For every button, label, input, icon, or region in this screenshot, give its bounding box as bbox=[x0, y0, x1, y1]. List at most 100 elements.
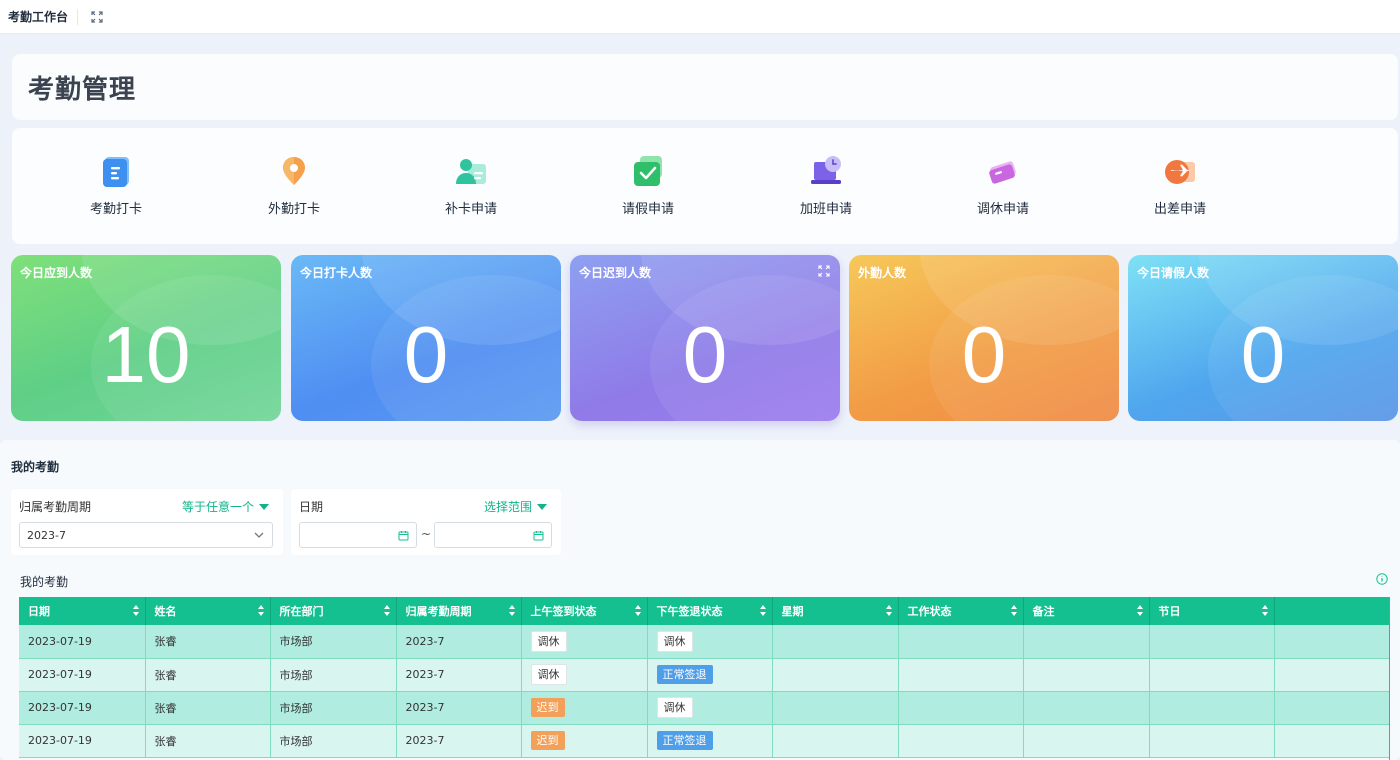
stat-label: 今日请假人数 bbox=[1137, 266, 1210, 280]
cell-holiday bbox=[1149, 625, 1275, 659]
cell-am-status: 调休 bbox=[521, 625, 648, 659]
status-badge: 正常签退 bbox=[656, 731, 713, 750]
ticket-icon bbox=[989, 161, 1016, 184]
status-badge: 调休 bbox=[656, 697, 693, 718]
column-header[interactable]: 上午签到状态 bbox=[521, 597, 648, 625]
column-header[interactable]: 姓名 bbox=[145, 597, 271, 625]
filter-label: 归属考勤周期 bbox=[19, 500, 92, 514]
status-badge: 调休 bbox=[530, 664, 567, 685]
action-attendance-checkin[interactable]: 考勤打卡 bbox=[56, 154, 176, 224]
column-header[interactable]: 备注 bbox=[1023, 597, 1150, 625]
stat-label: 今日应到人数 bbox=[20, 266, 93, 280]
stat-checked-in: 今日打卡人数 0 bbox=[291, 255, 561, 421]
action-business-trip[interactable]: 出差申请 bbox=[1120, 154, 1240, 224]
cell-remark bbox=[1023, 625, 1150, 659]
table-header-row: 日期 姓名 所在部门 归属考勤周期 上午签到状态 下午签退状态 星期 工作状态 备注 节日 bbox=[19, 597, 1389, 625]
cell-holiday bbox=[1149, 724, 1275, 758]
expand-icon[interactable] bbox=[818, 265, 830, 277]
column-header[interactable]: 所在部门 bbox=[270, 597, 397, 625]
action-label: 调休申请 bbox=[976, 202, 1029, 217]
status-badge: 迟到 bbox=[530, 698, 565, 717]
caret-down-icon bbox=[537, 504, 547, 510]
cell-department: 市场部 bbox=[270, 625, 397, 659]
date-start-input[interactable] bbox=[299, 522, 417, 548]
stat-value: 0 bbox=[1240, 310, 1286, 399]
cell-holiday bbox=[1149, 691, 1275, 725]
cell-empty bbox=[1274, 724, 1389, 758]
column-header[interactable]: 下午签退状态 bbox=[647, 597, 773, 625]
filter-period: 归属考勤周期 等于任意一个 2023-7 bbox=[11, 489, 283, 555]
sort-icon[interactable] bbox=[132, 605, 139, 616]
action-overtime-request[interactable]: 加班申请 bbox=[766, 154, 886, 224]
user-card-icon bbox=[456, 159, 486, 184]
column-header[interactable]: 日期 bbox=[19, 597, 146, 625]
action-makeup-card[interactable]: 补卡申请 bbox=[411, 154, 531, 224]
header-card: 考勤管理 bbox=[12, 54, 1398, 120]
cell-am-status: 迟到 bbox=[521, 691, 648, 725]
sort-icon[interactable] bbox=[1136, 605, 1143, 616]
sort-icon[interactable] bbox=[759, 605, 766, 616]
cell-date: 2023-07-19 bbox=[19, 658, 146, 692]
expand-icon[interactable] bbox=[90, 10, 104, 24]
stat-expected: 今日应到人数 10 bbox=[11, 255, 281, 421]
cell-date: 2023-07-19 bbox=[19, 625, 146, 659]
action-rest-request[interactable]: 调休申请 bbox=[943, 154, 1063, 224]
info-icon[interactable] bbox=[1376, 573, 1388, 585]
table-title: 我的考勤 bbox=[20, 575, 69, 589]
cell-weekday bbox=[772, 658, 899, 692]
plane-icon bbox=[1165, 160, 1195, 184]
stat-value: 0 bbox=[682, 310, 728, 399]
table-row[interactable]: 2023-07-19 张睿 市场部 2023-7 调休 正常签退 bbox=[19, 658, 1389, 692]
sort-icon[interactable] bbox=[885, 605, 892, 616]
cell-period: 2023-7 bbox=[396, 625, 522, 659]
sort-icon[interactable] bbox=[257, 605, 264, 616]
cell-am-status: 迟到 bbox=[521, 724, 648, 758]
cell-empty bbox=[1274, 658, 1389, 692]
sort-icon[interactable] bbox=[1010, 605, 1017, 616]
caret-down-icon bbox=[259, 504, 269, 510]
cell-weekday bbox=[772, 625, 899, 659]
action-label: 加班申请 bbox=[799, 202, 852, 217]
status-badge: 调休 bbox=[530, 630, 567, 652]
period-select-value: 2023-7 bbox=[27, 529, 66, 542]
cell-name: 张睿 bbox=[145, 625, 271, 659]
calendar-icon bbox=[398, 531, 409, 541]
table-row[interactable]: 2023-07-19 张睿 市场部 2023-7 调休 调休 bbox=[19, 625, 1389, 659]
column-header[interactable]: 工作状态 bbox=[898, 597, 1024, 625]
top-bar: 考勤工作台 bbox=[0, 0, 1400, 34]
cell-weekday bbox=[772, 691, 899, 725]
action-label: 补卡申请 bbox=[444, 202, 497, 217]
sort-icon[interactable] bbox=[634, 605, 641, 616]
column-header[interactable]: 节日 bbox=[1149, 597, 1275, 625]
table-row[interactable]: 2023-07-19 张睿 市场部 2023-7 迟到 调休 bbox=[19, 691, 1389, 725]
sort-icon[interactable] bbox=[383, 605, 390, 616]
workspace-title: 考勤工作台 bbox=[8, 10, 69, 24]
column-header-empty bbox=[1274, 597, 1389, 625]
action-field-checkin[interactable]: 外勤打卡 bbox=[234, 154, 354, 224]
table-row[interactable]: 2023-07-19 张睿 市场部 2023-7 迟到 正常签退 bbox=[19, 724, 1389, 758]
cell-holiday bbox=[1149, 658, 1275, 692]
column-header[interactable]: 星期 bbox=[772, 597, 899, 625]
cell-department: 市场部 bbox=[270, 724, 397, 758]
cell-weekday bbox=[772, 724, 899, 758]
date-end-input[interactable] bbox=[434, 522, 552, 548]
cell-remark bbox=[1023, 724, 1150, 758]
cell-work-status bbox=[898, 658, 1024, 692]
filter-date: 日期 选择范围 ~ bbox=[291, 489, 561, 555]
action-label: 考勤打卡 bbox=[89, 202, 142, 217]
quick-actions: 考勤打卡 外勤打卡 补卡申请 请假申请 加班申请 调休申请 出差申请 bbox=[12, 128, 1398, 244]
section-title: 我的考勤 bbox=[11, 460, 60, 474]
location-pin-icon bbox=[283, 157, 305, 185]
sort-icon[interactable] bbox=[1261, 605, 1268, 616]
filter-operator-dropdown[interactable]: 等于任意一个 bbox=[182, 498, 269, 515]
stat-label: 今日迟到人数 bbox=[579, 266, 652, 280]
check-shield-icon bbox=[634, 156, 662, 186]
filter-operator-dropdown[interactable]: 选择范围 bbox=[484, 498, 547, 515]
action-leave-request[interactable]: 请假申请 bbox=[588, 154, 708, 224]
column-header[interactable]: 归属考勤周期 bbox=[396, 597, 522, 625]
cell-period: 2023-7 bbox=[396, 724, 522, 758]
period-select[interactable]: 2023-7 bbox=[19, 522, 273, 548]
cell-pm-status: 调休 bbox=[647, 691, 773, 725]
action-label: 请假申请 bbox=[621, 202, 674, 217]
sort-icon[interactable] bbox=[508, 605, 515, 616]
